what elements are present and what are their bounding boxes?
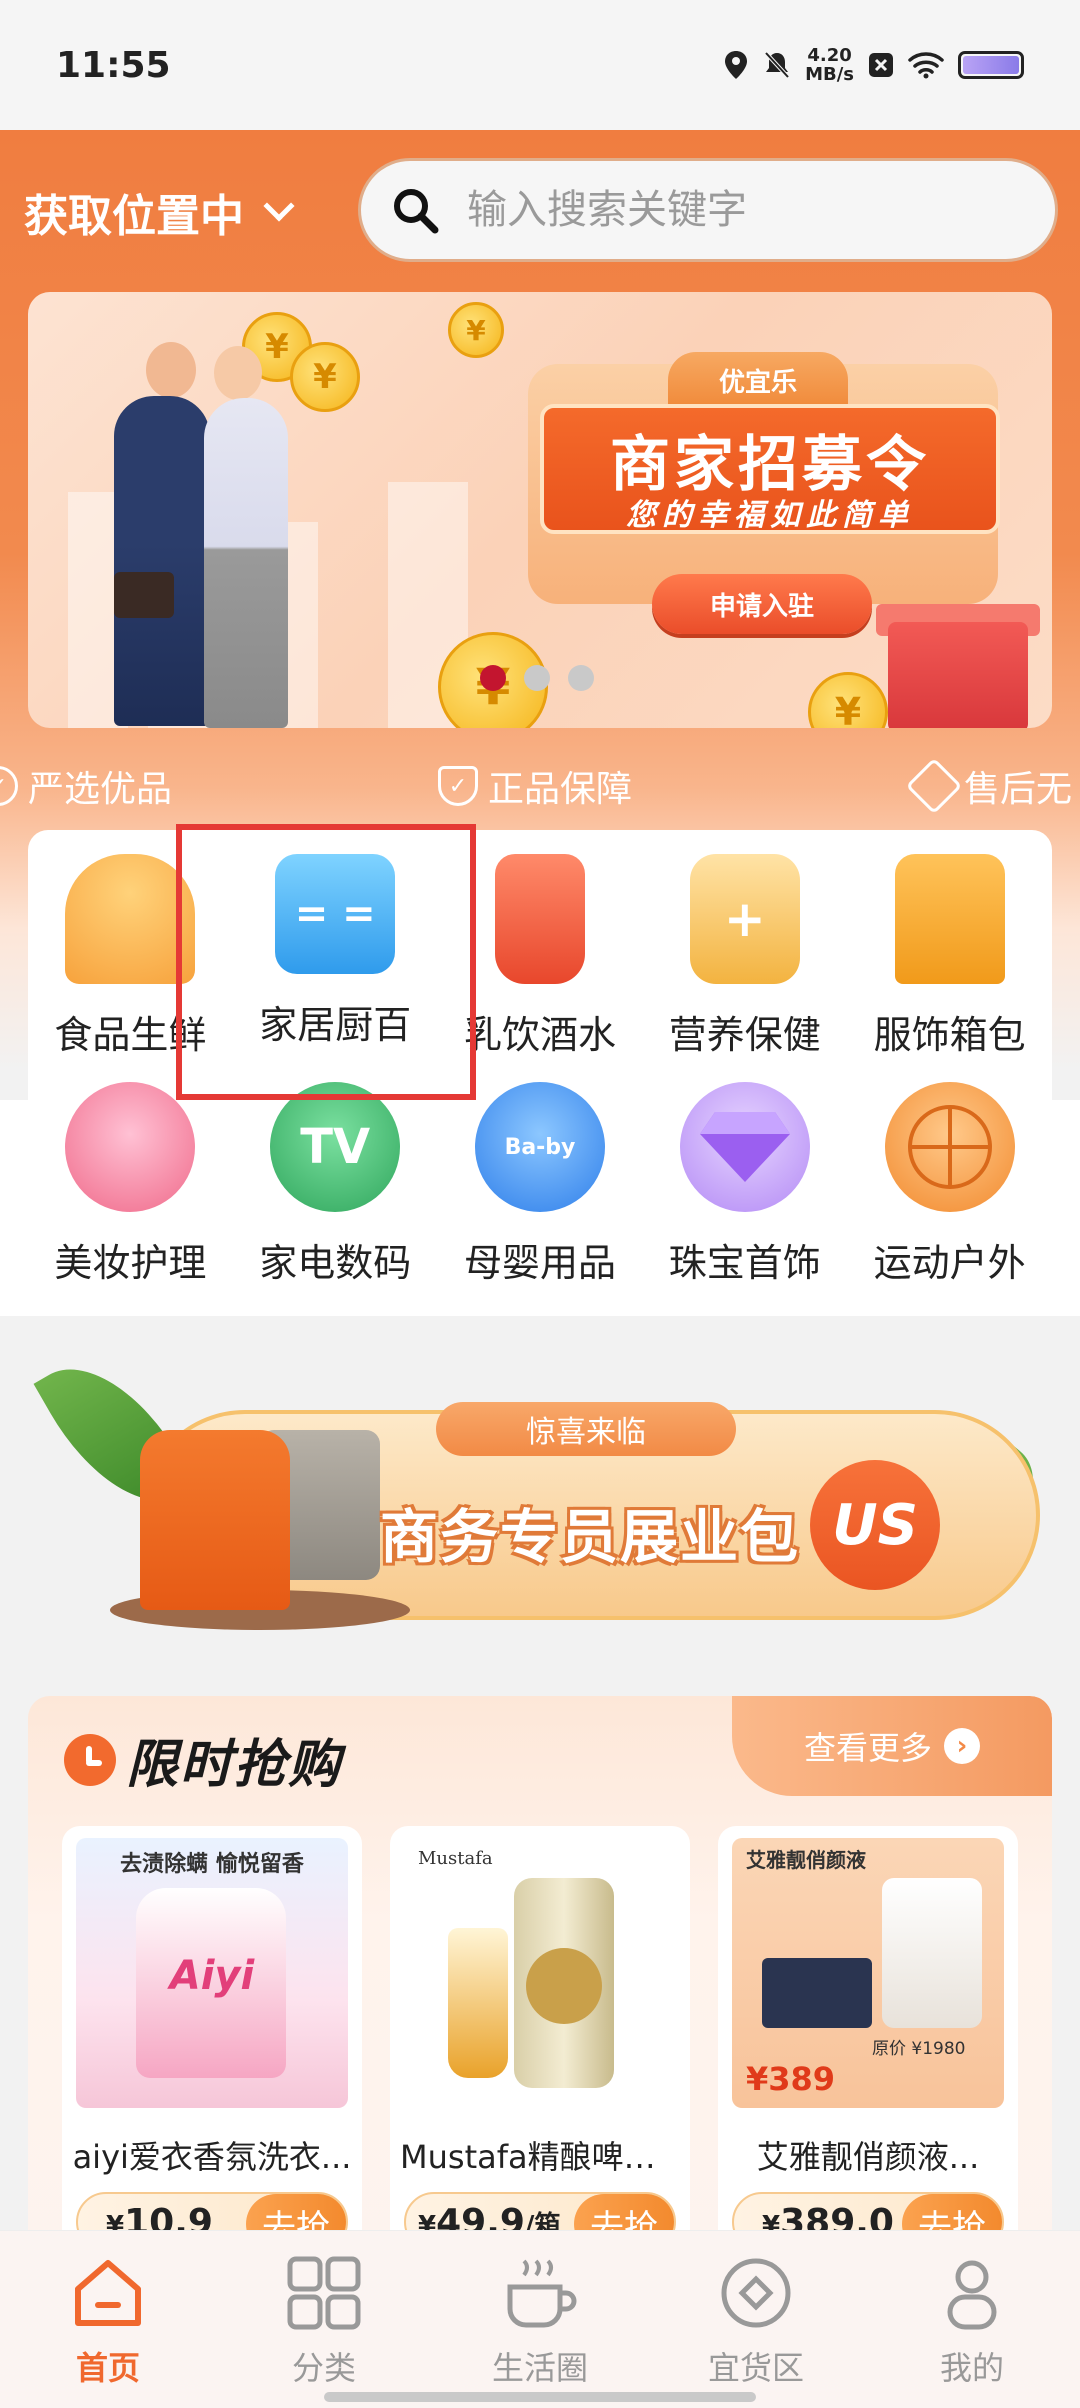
coin-icon: ¥ [290,342,360,412]
flash-sale-header: 限时抢购 [64,1722,342,1797]
grid-icon [287,2256,361,2330]
status-bar: 11:55 4.20 MB/s [0,0,1080,130]
merchant-recruit-banner[interactable]: ¥ ¥ ¥ ¥ ¥ 优宜乐 商家招募令 您的幸福如此简单 申请入驻 [28,292,1052,728]
network-speed: 4.20 MB/s [805,45,854,85]
banner-dot[interactable] [480,665,506,691]
category-grid: 食品生鲜 = = 家居厨百 乳饮酒水 + 营养保健 服饰箱包 美妆护理 TV 家… [28,840,1052,1310]
search-bar[interactable] [358,158,1058,262]
product-image: Mustafa [404,1838,676,2108]
nav-goods-zone[interactable]: 宜货区 [648,2231,864,2408]
product-name: aiyi爱衣香氛洗衣... [72,2138,352,2176]
promo-tag: 惊喜来临 [436,1402,736,1456]
diamond-outline-icon [721,2258,791,2328]
elder-head [214,346,262,400]
coin-icon: ¥ [808,672,888,728]
product-name: 艾雅靓俏颜液... [756,2138,980,2176]
mute-bell-icon [764,51,790,79]
baby-bottle-icon: Ba-by [474,1082,605,1212]
brand-logo: US [810,1460,940,1590]
jacket-icon [140,1430,290,1610]
location-selector[interactable]: 获取位置中 [24,178,295,246]
product-image: 艾雅靓俏颜液 原价 ¥1980 ¥389 [732,1838,1004,2108]
gift-box-icon [888,622,1028,728]
tv-icon: TV [270,1082,401,1212]
category-sports[interactable]: 运动户外 [847,1068,1052,1296]
diamond-icon [679,1082,810,1212]
drink-cup-icon [494,854,585,984]
location-label: 获取位置中 [24,191,244,242]
chevron-right-icon: › [944,1728,980,1764]
product-card[interactable]: 艾雅靓俏颜液 原价 ¥1980 ¥389 艾雅靓俏颜液... ¥389.0 去抢 [718,1826,1018,2256]
elder-figure [204,398,288,728]
product-image: 去渍除螨 愉悦留香 Aiyi [76,1838,348,2108]
bottom-navigation: 首页 分类 生活圈 宜货区 我的 [0,2230,1080,2408]
category-electronics[interactable]: TV 家电数码 [233,1068,438,1296]
shield-check-icon: ✓ [438,766,478,806]
view-more-button[interactable]: 查看更多 › [732,1696,1052,1796]
handshake-icon [905,757,963,815]
guarantee-item: 售后无 [905,757,1072,815]
category-food[interactable]: 食品生鲜 [28,840,233,1068]
chevron-down-icon [263,190,295,222]
wifi-icon [908,52,944,79]
nav-category[interactable]: 分类 [216,2231,432,2408]
battery-icon [958,51,1024,79]
supplement-jar-icon: + [689,854,800,984]
product-list: 去渍除螨 愉悦留香 Aiyi aiyi爱衣香氛洗衣... ¥10.9 去抢 Mu… [62,1826,1032,2256]
promo-title: 商务专员展业包 [380,1503,801,1571]
briefcase-icon [114,572,174,618]
banner-subtitle: 您的幸福如此简单 [626,498,914,533]
category-jewelry[interactable]: 珠宝首饰 [642,1068,847,1296]
promo-banner[interactable]: 惊喜来临 商务专员展业包 US [33,1338,1064,1660]
search-icon [394,189,439,234]
alarm-clock-icon [64,1733,116,1786]
product-card[interactable]: Mustafa Mustafa精酿啤酒 ... ¥49.9/箱 去抢 [390,1826,690,2256]
category-home-kitchen[interactable]: = = 家居厨百 [233,840,438,1068]
jacket-icon [894,854,1005,984]
check-circle-icon: ✓ [0,766,18,806]
category-nutrition[interactable]: + 营养保健 [642,840,847,1068]
nav-home[interactable]: 首页 [0,2231,216,2408]
lipstick-icon [65,1082,196,1212]
banner-pagination [480,665,594,691]
guarantee-item: ✓ 正品保障 [438,760,632,812]
category-drinks[interactable]: 乳饮酒水 [438,840,643,1068]
banner-title-box: 商家招募令 您的幸福如此简单 [540,404,1000,534]
guarantee-item: ✓ 严选优品 [0,760,172,812]
bottles-icon: = = [275,854,396,974]
person-icon [947,2260,997,2330]
businessman-figure [114,396,210,726]
status-time: 11:55 [56,44,171,86]
banner-brand: 优宜乐 [668,352,848,408]
product-name: Mustafa精酿啤酒 ... [400,2138,680,2176]
coffee-cup-icon [507,2259,577,2328]
category-beauty[interactable]: 美妆护理 [28,1068,233,1296]
home-icon [75,2260,141,2326]
flash-sale-title: 限时抢购 [126,1735,343,1795]
search-input[interactable] [467,187,987,233]
status-icons: 4.20 MB/s [723,46,1024,84]
businessman-head [146,342,196,398]
banner-dot[interactable] [568,665,594,691]
category-baby[interactable]: Ba-by 母婴用品 [438,1068,643,1296]
location-pin-icon [725,51,748,79]
nav-mine[interactable]: 我的 [864,2231,1080,2408]
apply-join-button[interactable]: 申请入驻 [652,574,872,634]
coin-icon: ¥ [448,302,504,358]
banner-dot[interactable] [524,665,550,691]
basketball-icon [884,1082,1015,1212]
app-notification-icon [869,53,893,77]
product-card[interactable]: 去渍除螨 愉悦留香 Aiyi aiyi爱衣香氛洗衣... ¥10.9 去抢 [62,1826,362,2256]
home-indicator[interactable] [324,2392,756,2402]
guarantee-row: ✓ 严选优品 ✓ 正品保障 售后无 [0,756,1080,816]
food-bowl-icon [65,854,196,984]
flash-sale-section: 限时抢购 查看更多 › 去渍除螨 愉悦留香 Aiyi aiyi爱衣香氛洗衣...… [28,1696,1052,2256]
category-apparel[interactable]: 服饰箱包 [847,840,1052,1068]
nav-life-circle[interactable]: 生活圈 [432,2231,648,2408]
